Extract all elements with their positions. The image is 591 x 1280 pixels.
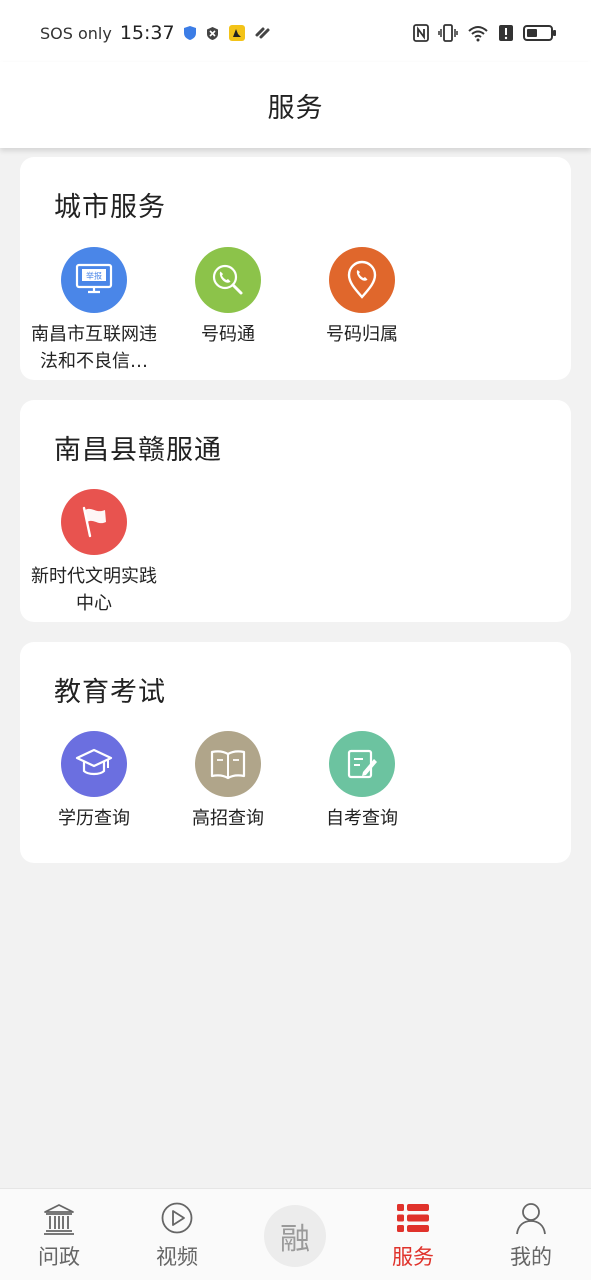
nav-label: 视频 bbox=[156, 1245, 198, 1269]
flag-icon bbox=[61, 489, 127, 555]
status-right bbox=[413, 22, 556, 44]
shield-icon bbox=[183, 26, 196, 40]
nav-label: 问政 bbox=[38, 1245, 80, 1269]
app-notification-icon bbox=[228, 25, 245, 41]
section-title: 教育考试 bbox=[54, 677, 166, 708]
graduation-cap-icon bbox=[61, 731, 127, 797]
government-building-icon bbox=[44, 1204, 74, 1235]
nfc-icon bbox=[413, 24, 429, 42]
report-monitor-icon: 举报 bbox=[61, 247, 127, 313]
service-label: 号码归属 bbox=[326, 324, 398, 345]
section-title: 南昌县赣服通 bbox=[54, 435, 222, 466]
section-city-services: 城市服务 举报 南昌市互联网违法和不良信… 号码通 号码归属 bbox=[20, 157, 571, 380]
edit-note-icon bbox=[329, 731, 395, 797]
status-left: SOS only 15:37 bbox=[40, 22, 272, 44]
play-circle-icon bbox=[161, 1202, 193, 1234]
service-report-illegal[interactable]: 举报 南昌市互联网违法和不良信… bbox=[24, 247, 164, 375]
service-number-location[interactable]: 号码归属 bbox=[292, 247, 432, 348]
clock: 15:37 bbox=[119, 22, 175, 44]
service-label: 自考查询 bbox=[326, 808, 398, 829]
service-admission-query[interactable]: 高招查询 bbox=[158, 731, 298, 832]
service-label: 南昌市互联网违法和不良信… bbox=[31, 324, 157, 372]
wifi-icon bbox=[468, 26, 488, 42]
service-label: 学历查询 bbox=[58, 808, 130, 829]
service-degree-query[interactable]: 学历查询 bbox=[24, 731, 164, 832]
nav-item-services[interactable]: 服务 bbox=[354, 1189, 472, 1280]
report-badge-text: 举报 bbox=[86, 271, 102, 281]
center-rong-icon: 融 bbox=[264, 1205, 326, 1267]
open-book-icon bbox=[195, 731, 261, 797]
user-icon bbox=[516, 1203, 546, 1235]
page-title: 服务 bbox=[267, 92, 324, 124]
blocked-icon bbox=[206, 26, 218, 40]
service-label: 号码通 bbox=[201, 324, 255, 345]
nav-label: 服务 bbox=[392, 1245, 434, 1269]
phone-location-icon bbox=[329, 247, 395, 313]
section-title: 城市服务 bbox=[54, 192, 166, 223]
nav-item-mine[interactable]: 我的 bbox=[472, 1189, 590, 1280]
vibrate-icon bbox=[438, 24, 458, 42]
carrier-text: SOS only bbox=[40, 23, 112, 43]
service-label: 高招查询 bbox=[192, 808, 264, 829]
service-number-lookup[interactable]: 号码通 bbox=[158, 247, 298, 348]
service-civilization-center[interactable]: 新时代文明实践中心 bbox=[24, 489, 164, 617]
phone-search-icon bbox=[195, 247, 261, 313]
service-label: 新时代文明实践中心 bbox=[31, 566, 157, 614]
nav-item-wenzheng[interactable]: 问政 bbox=[0, 1189, 118, 1280]
nav-item-center[interactable]: 融 bbox=[236, 1189, 354, 1280]
nav-label: 我的 bbox=[510, 1245, 552, 1269]
section-education-exams: 教育考试 学历查询 高招查询 自考查询 bbox=[20, 642, 571, 863]
link-icon bbox=[255, 27, 270, 39]
battery-icon bbox=[523, 25, 556, 41]
alert-icon bbox=[499, 25, 513, 41]
service-self-exam-query[interactable]: 自考查询 bbox=[292, 731, 432, 832]
nav-item-video[interactable]: 视频 bbox=[118, 1189, 236, 1280]
page-header: 服务 bbox=[0, 62, 591, 148]
list-icon bbox=[397, 1204, 429, 1232]
section-nanchang-county: 南昌县赣服通 新时代文明实践中心 bbox=[20, 400, 571, 622]
bottom-nav: 问政 视频 融 服务 我的 bbox=[0, 1188, 591, 1280]
status-bar: SOS only 15:37 bbox=[0, 0, 591, 62]
